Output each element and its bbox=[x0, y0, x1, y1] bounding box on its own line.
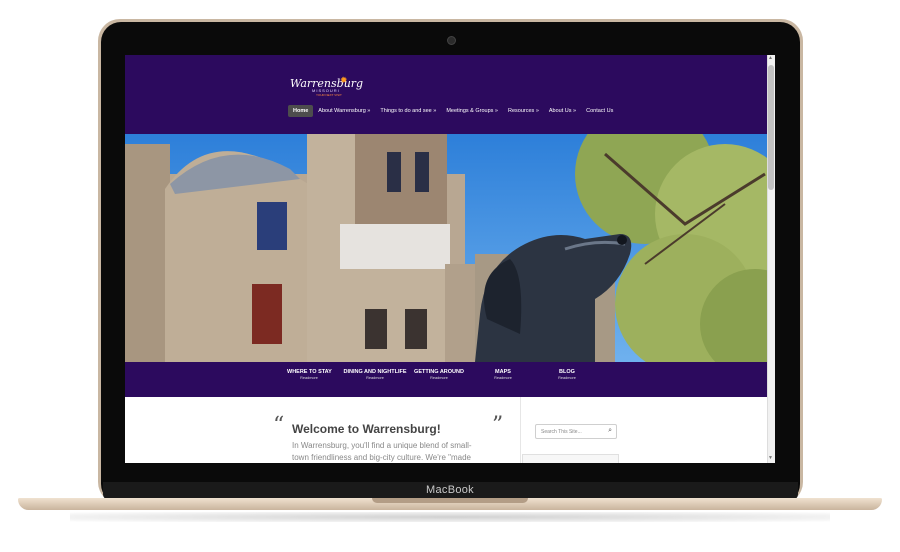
quick-link-title: GETTING AROUND bbox=[414, 369, 464, 375]
hero-photo-courthouse-dog-statue bbox=[125, 134, 767, 362]
quick-link-readmore[interactable]: Readmore bbox=[413, 376, 465, 380]
laptop-shadow bbox=[70, 512, 830, 522]
hero-image bbox=[125, 134, 767, 362]
quick-link-readmore[interactable]: Readmore bbox=[487, 376, 519, 380]
quick-link-readmore[interactable]: Readmore bbox=[343, 376, 407, 380]
quick-link-where-to-stay[interactable]: WHERE TO STAY Readmore bbox=[287, 369, 332, 380]
nav-about-us[interactable]: About Us » bbox=[544, 105, 581, 117]
open-quote-icon: “ bbox=[273, 413, 285, 438]
nav-meetings-groups[interactable]: Meetings & Groups » bbox=[441, 105, 503, 117]
nav-home[interactable]: Home bbox=[288, 105, 314, 117]
quick-link-readmore[interactable]: Readmore bbox=[551, 376, 583, 380]
nav-about-warrensburg[interactable]: About Warrensburg » bbox=[313, 105, 375, 117]
quick-link-dining[interactable]: DINING AND NIGHTLIFE Readmore bbox=[343, 369, 407, 380]
site-header: Warrensburg ✹ MISSOURI YOUR NEXT VISIT H… bbox=[125, 55, 767, 134]
content-divider bbox=[520, 397, 521, 463]
quick-link-getting-around[interactable]: GETTING AROUND Readmore bbox=[413, 369, 465, 380]
browser-viewport: Warrensburg ✹ MISSOURI YOUR NEXT VISIT H… bbox=[125, 55, 775, 463]
quick-link-title: WHERE TO STAY bbox=[287, 369, 332, 375]
search-icon[interactable]: ⌕ bbox=[608, 427, 612, 435]
quick-link-title: MAPS bbox=[495, 369, 511, 375]
quick-link-title: DINING AND NIGHTLIFE bbox=[343, 369, 407, 375]
nav-resources[interactable]: Resources » bbox=[503, 105, 544, 117]
sidebar-widget bbox=[522, 454, 619, 463]
site-logo[interactable]: Warrensburg ✹ MISSOURI YOUR NEXT VISIT bbox=[290, 75, 363, 97]
welcome-heading: Welcome to Warrensburg! bbox=[292, 422, 441, 436]
quick-link-readmore[interactable]: Readmore bbox=[287, 376, 331, 380]
quick-link-title: BLOG bbox=[559, 369, 575, 375]
scroll-up-arrow-icon[interactable]: ▲ bbox=[768, 55, 773, 61]
scrollbar-thumb[interactable] bbox=[768, 65, 774, 190]
quick-link-blog[interactable]: BLOG Readmore bbox=[551, 369, 583, 380]
site-search-input[interactable]: Search This Site... ⌕ bbox=[535, 424, 617, 439]
scroll-down-arrow-icon[interactable]: ▼ bbox=[768, 455, 773, 461]
nav-contact-us[interactable]: Contact Us bbox=[581, 105, 618, 117]
quick-link-maps[interactable]: MAPS Readmore bbox=[487, 369, 519, 380]
welcome-text: In Warrensburg, you'll find a unique ble… bbox=[292, 441, 472, 462]
quick-links-bar: WHERE TO STAY Readmore DINING AND NIGHTL… bbox=[125, 362, 767, 397]
camera-icon bbox=[447, 36, 456, 45]
device-brand-label: MacBook bbox=[426, 484, 474, 496]
logo-tagline: YOUR NEXT VISIT bbox=[316, 93, 342, 97]
close-quote-icon: ” bbox=[492, 413, 504, 438]
laptop-notch bbox=[372, 498, 528, 503]
search-placeholder: Search This Site... bbox=[541, 429, 582, 435]
main-nav: Home About Warrensburg » Things to do an… bbox=[288, 105, 618, 117]
nav-things-to-do[interactable]: Things to do and see » bbox=[375, 105, 441, 117]
sun-icon: ✹ bbox=[340, 75, 348, 85]
main-content: “ ” Welcome to Warrensburg! In Warrensbu… bbox=[125, 397, 767, 463]
